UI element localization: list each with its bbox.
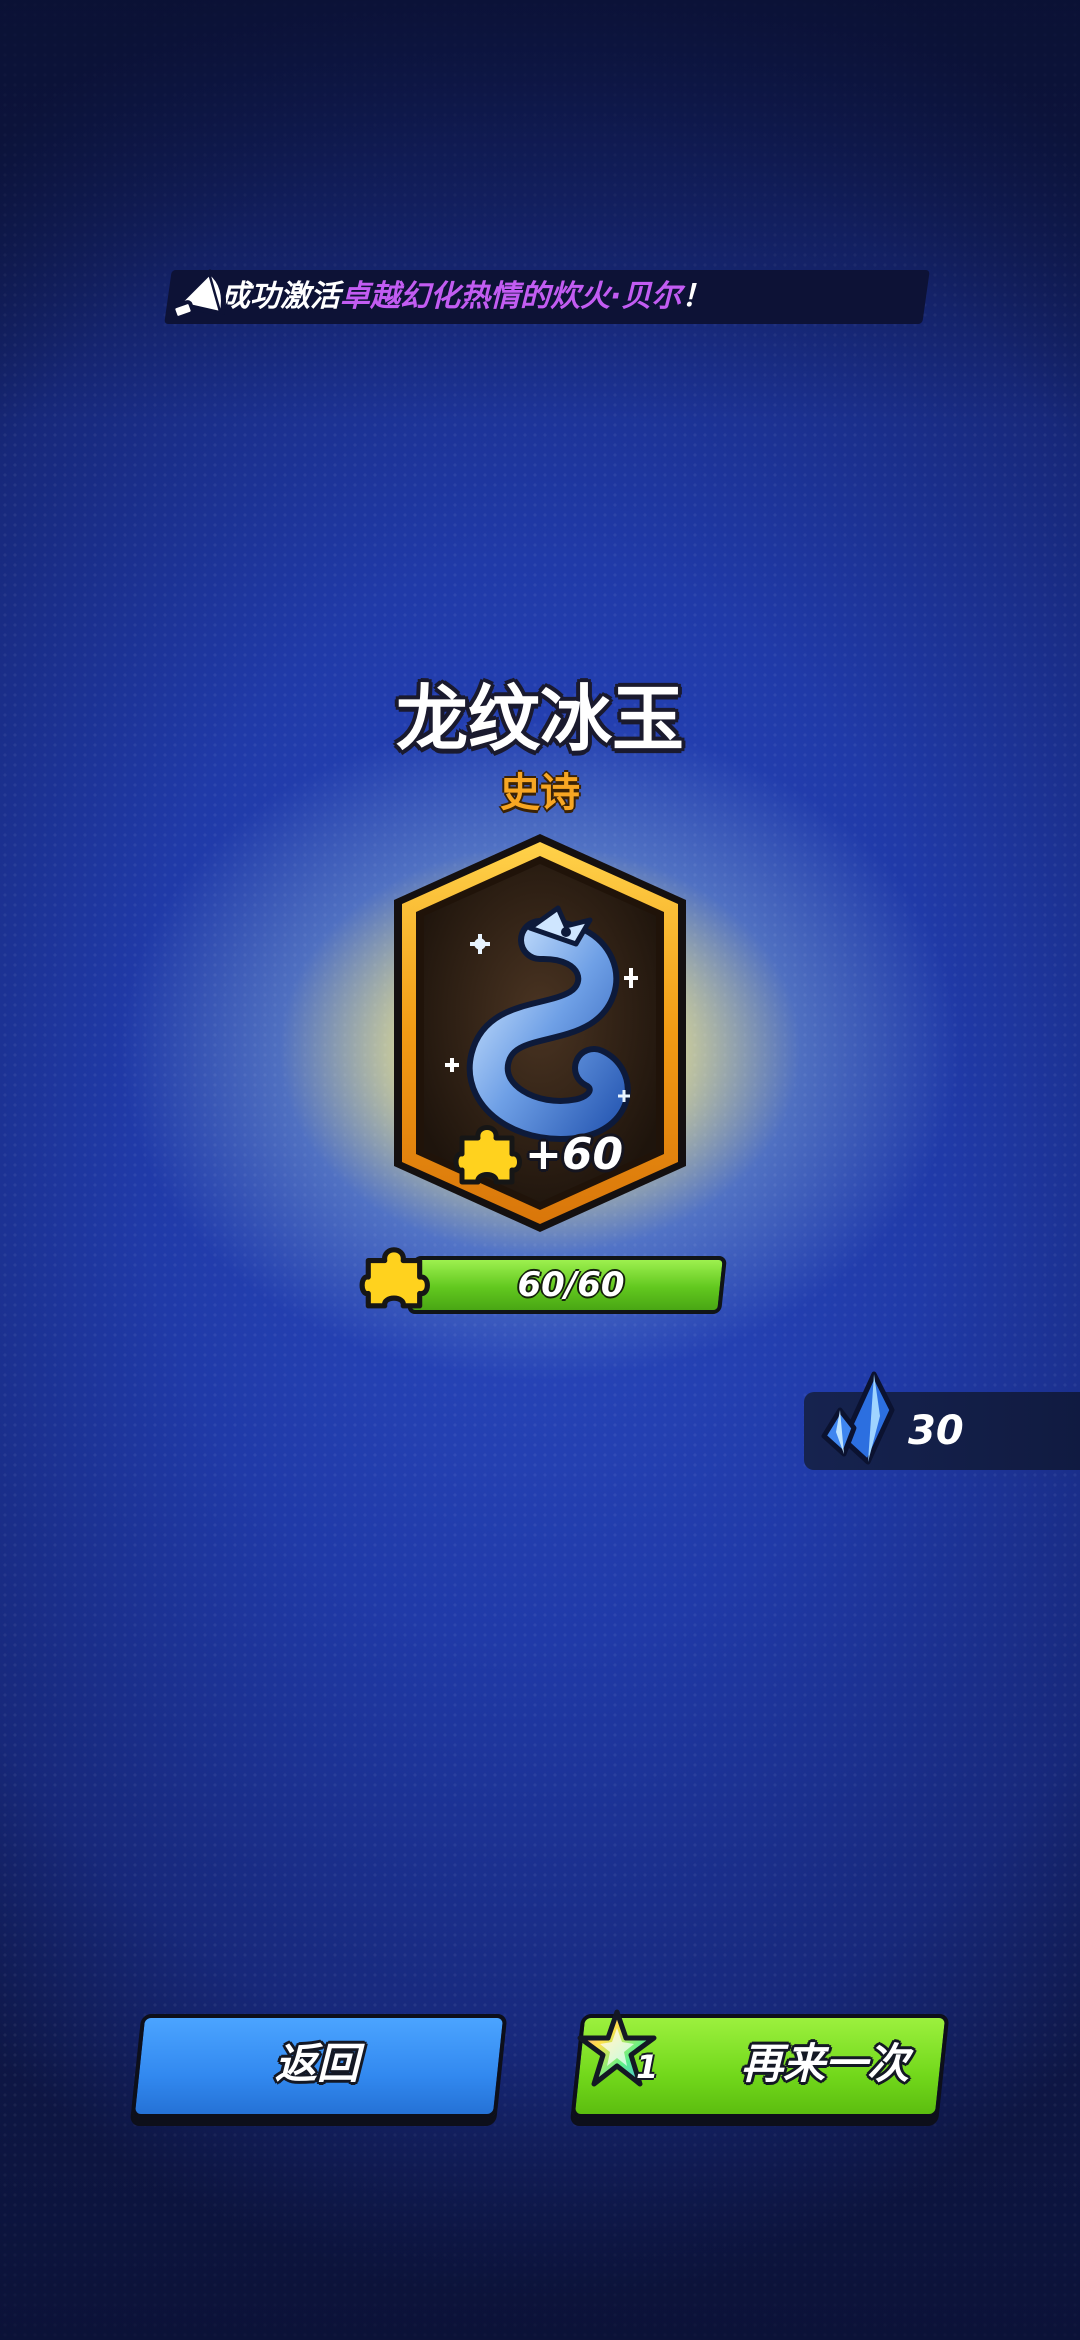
reward-title: 龙纹冰玉 [395,677,684,761]
announcement-text: 成功激活卓越幻化热情的炊火·贝尔！ [220,272,900,322]
announcement-prefix: 成功激活 [220,279,340,314]
announcement-highlight: 卓越幻化热情的炊火·贝尔 [340,279,682,314]
currency-value: 30 [908,1408,964,1454]
megaphone-icon [171,269,226,320]
reward-rarity: 史诗 [500,770,580,816]
progress-text: 60/60 [517,1265,625,1305]
top-shade [0,0,1080,420]
reward-amount: +60 [525,1129,624,1180]
progress-puzzle-icon [359,1247,430,1309]
puzzle-piece-icon [453,1125,522,1185]
back-button[interactable] [130,2014,508,2118]
draw-again-cost: 1 [636,2048,659,2086]
blue-crystal-icon [821,1371,895,1465]
announcement-suffix: ！ [681,279,712,314]
